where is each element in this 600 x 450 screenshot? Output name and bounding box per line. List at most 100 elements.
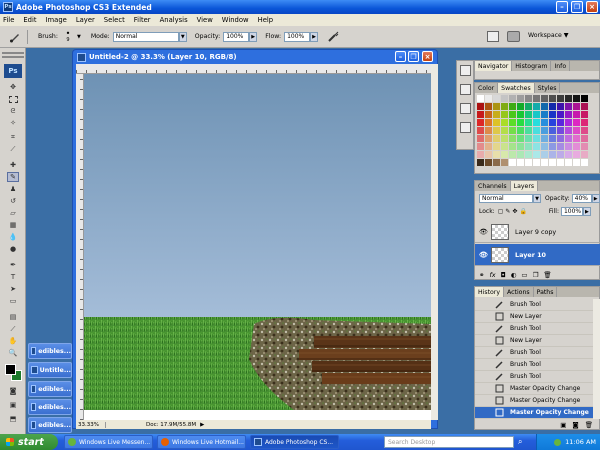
color-swatch[interactable] (509, 119, 516, 126)
tray-status-icon[interactable] (554, 438, 562, 446)
color-swatch[interactable] (573, 95, 580, 102)
color-swatch[interactable] (541, 151, 548, 158)
color-swatch[interactable] (525, 111, 532, 118)
menu-edit[interactable]: Edit (23, 16, 36, 24)
color-swatch[interactable] (509, 111, 516, 118)
layer-opacity-input[interactable]: 40% (571, 194, 592, 203)
color-swatch[interactable] (573, 119, 580, 126)
status-menu-arrow-icon[interactable]: ▶ (200, 422, 204, 428)
tab-navigator[interactable]: Navigator (475, 61, 513, 71)
tab-paths[interactable]: Paths (534, 287, 558, 297)
color-swatch[interactable] (581, 95, 588, 102)
foreground-color-swatch[interactable] (5, 364, 16, 375)
close-button[interactable]: × (586, 1, 598, 13)
menu-window[interactable]: Window (222, 16, 249, 24)
layer-style-icon[interactable]: fx (489, 271, 495, 279)
color-swatch[interactable] (485, 111, 492, 118)
color-swatch[interactable] (493, 135, 500, 142)
color-swatch[interactable] (541, 135, 548, 142)
clock[interactable]: 11:06 AM (565, 438, 596, 446)
brush-tool-preset-icon[interactable] (8, 30, 22, 44)
color-swatch[interactable] (549, 143, 556, 150)
color-swatch[interactable] (573, 143, 580, 150)
gradient-tool-icon[interactable]: ▦ (7, 220, 19, 230)
hand-tool-icon[interactable]: ✋ (7, 336, 19, 346)
color-swatch[interactable] (477, 111, 484, 118)
color-swatch[interactable] (541, 119, 548, 126)
color-swatch[interactable] (517, 103, 524, 110)
color-swatch[interactable] (509, 95, 516, 102)
color-swatch[interactable] (573, 159, 580, 166)
blur-tool-icon[interactable]: 💧 (7, 232, 19, 242)
color-swatch[interactable] (533, 143, 540, 150)
eraser-tool-icon[interactable]: ▱ (7, 208, 19, 218)
lock-transparency-icon[interactable]: ▢ (498, 208, 504, 215)
color-swatch[interactable] (525, 103, 532, 110)
color-swatch[interactable] (565, 103, 572, 110)
color-swatch[interactable] (477, 135, 484, 142)
color-swatch[interactable] (477, 151, 484, 158)
color-swatch[interactable] (477, 143, 484, 150)
color-swatch[interactable] (565, 143, 572, 150)
color-swatch[interactable] (549, 135, 556, 142)
pen-tool-icon[interactable]: ✒ (7, 260, 19, 270)
history-state[interactable]: Brush Tool (475, 323, 593, 335)
brush-tool-icon[interactable]: ✎ (7, 172, 19, 182)
color-swatch[interactable] (525, 159, 532, 166)
color-swatch[interactable] (525, 151, 532, 158)
desktop-search-input[interactable]: Search Desktop (384, 436, 514, 448)
history-state[interactable]: New Layer (475, 311, 593, 323)
color-swatch[interactable] (541, 111, 548, 118)
color-swatch[interactable] (517, 159, 524, 166)
magic-wand-tool-icon[interactable]: ✧ (7, 118, 19, 128)
move-tool-icon[interactable]: ✥ (7, 82, 19, 92)
palette-well-icon[interactable] (487, 31, 499, 42)
new-group-icon[interactable]: ▭ (521, 271, 527, 279)
vertical-ruler[interactable] (76, 74, 84, 420)
color-swatch[interactable] (501, 119, 508, 126)
color-swatch[interactable] (477, 159, 484, 166)
taskbar-button-hotmail[interactable]: Windows Live Hotmail... (157, 435, 246, 449)
fill-input[interactable]: 100% (560, 207, 583, 216)
color-swatch[interactable] (525, 119, 532, 126)
layer-row-selected[interactable]: 👁 Layer 10 (475, 244, 600, 266)
color-swatch[interactable] (557, 159, 564, 166)
color-swatch[interactable] (557, 151, 564, 158)
screen-mode-icon[interactable]: ▣ (7, 400, 19, 410)
color-swatch[interactable] (485, 95, 492, 102)
color-swatch[interactable] (493, 103, 500, 110)
delete-state-icon[interactable]: 🗑 (585, 421, 593, 429)
color-swatch[interactable] (533, 119, 540, 126)
color-swatch[interactable] (517, 111, 524, 118)
minimize-button[interactable]: – (556, 1, 568, 13)
color-swatch[interactable] (533, 127, 540, 134)
menu-select[interactable]: Select (104, 16, 125, 24)
brushes-panel-icon[interactable] (460, 84, 471, 95)
horizontal-ruler[interactable] (76, 64, 431, 74)
app-title-bar[interactable]: Ps Adobe Photoshop CS3 Extended – ❐ × (0, 0, 600, 14)
history-state[interactable]: Brush Tool (475, 371, 593, 383)
color-swatch[interactable] (581, 135, 588, 142)
layer-opacity-slider-icon[interactable]: ▶ (591, 194, 600, 203)
lock-all-icon[interactable]: 🔒 (519, 208, 526, 215)
color-swatch[interactable] (581, 151, 588, 158)
color-swatch[interactable] (501, 151, 508, 158)
path-selection-tool-icon[interactable]: ➤ (7, 284, 19, 294)
minimized-doc-window[interactable]: edibles... (28, 399, 72, 415)
minimized-doc-window[interactable]: Untitle... (28, 362, 72, 378)
delete-layer-icon[interactable]: 🗑 (543, 271, 551, 279)
menu-file[interactable]: File (3, 16, 14, 24)
document-window[interactable]: Untitled-2 @ 33.3% (Layer 10, RGB/8) – ❐… (72, 49, 438, 429)
doc-close-button[interactable]: × (422, 51, 433, 62)
color-swatch[interactable] (509, 103, 516, 110)
color-swatch[interactable] (485, 119, 492, 126)
lock-image-icon[interactable]: ✎ (505, 208, 510, 215)
new-document-from-state-icon[interactable]: ▣ (560, 421, 566, 429)
imageready-icon[interactable]: ⬒ (7, 414, 19, 424)
color-swatch[interactable] (477, 95, 484, 102)
color-swatch[interactable] (533, 159, 540, 166)
color-swatch[interactable] (549, 159, 556, 166)
history-state[interactable]: Brush Tool (475, 347, 593, 359)
toolbox-grip[interactable] (2, 52, 24, 58)
color-swatch[interactable] (573, 111, 580, 118)
